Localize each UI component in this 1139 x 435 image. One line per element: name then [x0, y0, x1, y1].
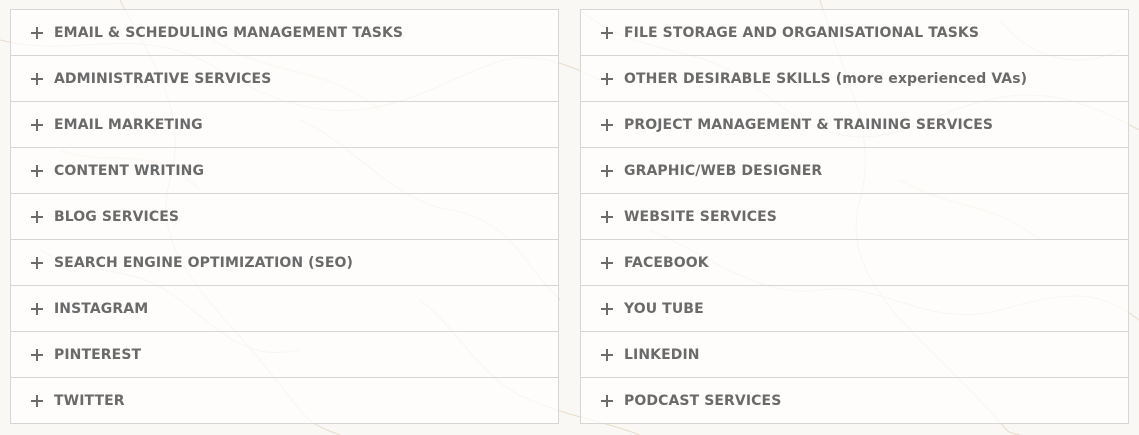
accordion-item-youtube[interactable]: YOU TUBE — [581, 286, 1128, 332]
plus-icon — [601, 256, 613, 269]
plus-icon — [31, 348, 43, 361]
plus-icon — [601, 302, 613, 315]
plus-icon — [31, 26, 43, 39]
accordion-item-facebook[interactable]: FACEBOOK — [581, 240, 1128, 286]
accordion-item-content-writing[interactable]: CONTENT WRITING — [11, 148, 558, 194]
plus-icon — [31, 394, 43, 407]
accordion-item-label: PROJECT MANAGEMENT & TRAINING SERVICES — [624, 116, 994, 133]
accordion-item-seo[interactable]: SEARCH ENGINE OPTIMIZATION (SEO) — [11, 240, 558, 286]
plus-icon — [601, 26, 613, 39]
plus-icon — [31, 256, 43, 269]
accordion-item-linkedin[interactable]: LINKEDIN — [581, 332, 1128, 378]
accordion-item-pinterest[interactable]: PINTEREST — [11, 332, 558, 378]
plus-icon — [601, 348, 613, 361]
accordion-item-label: TWITTER — [54, 392, 125, 409]
accordion-item-label: GRAPHIC/WEB DESIGNER — [624, 162, 823, 179]
accordion-item-email-scheduling[interactable]: EMAIL & SCHEDULING MANAGEMENT TASKS — [11, 10, 558, 56]
right-accordion: FILE STORAGE AND ORGANISATIONAL TASKS OT… — [580, 9, 1129, 424]
accordion-item-label: FILE STORAGE AND ORGANISATIONAL TASKS — [624, 24, 980, 41]
accordion-item-label: BLOG SERVICES — [54, 208, 180, 225]
accordion-item-label: LINKEDIN — [624, 346, 700, 363]
accordion-item-label: FACEBOOK — [624, 254, 709, 271]
plus-icon — [31, 164, 43, 177]
accordion-item-label: PODCAST SERVICES — [624, 392, 782, 409]
plus-icon — [31, 210, 43, 223]
plus-icon — [601, 118, 613, 131]
accordion-item-label: CONTENT WRITING — [54, 162, 205, 179]
accordion-item-file-storage[interactable]: FILE STORAGE AND ORGANISATIONAL TASKS — [581, 10, 1128, 56]
accordion-item-instagram[interactable]: INSTAGRAM — [11, 286, 558, 332]
accordion-item-blog-services[interactable]: BLOG SERVICES — [11, 194, 558, 240]
accordion-item-website-services[interactable]: WEBSITE SERVICES — [581, 194, 1128, 240]
left-accordion: EMAIL & SCHEDULING MANAGEMENT TASKS ADMI… — [10, 9, 559, 424]
accordion-item-label: ADMINISTRATIVE SERVICES — [54, 70, 272, 87]
accordion-item-project-management[interactable]: PROJECT MANAGEMENT & TRAINING SERVICES — [581, 102, 1128, 148]
accordion-item-label: INSTAGRAM — [54, 300, 149, 317]
accordion-item-label: EMAIL MARKETING — [54, 116, 203, 133]
accordion-item-label: YOU TUBE — [624, 300, 704, 317]
accordion-item-twitter[interactable]: TWITTER — [11, 378, 558, 423]
accordion-item-label: PINTEREST — [54, 346, 142, 363]
accordion-item-podcast-services[interactable]: PODCAST SERVICES — [581, 378, 1128, 423]
accordion-item-label: OTHER DESIRABLE SKILLS (more experienced… — [624, 70, 1028, 87]
accordion-item-label: SEARCH ENGINE OPTIMIZATION (SEO) — [54, 254, 354, 271]
accordion-item-graphic-web-designer[interactable]: GRAPHIC/WEB DESIGNER — [581, 148, 1128, 194]
plus-icon — [601, 72, 613, 85]
plus-icon — [31, 302, 43, 315]
plus-icon — [601, 394, 613, 407]
plus-icon — [31, 72, 43, 85]
plus-icon — [601, 164, 613, 177]
accordion-item-other-desirable-skills[interactable]: OTHER DESIRABLE SKILLS (more experienced… — [581, 56, 1128, 102]
plus-icon — [601, 210, 613, 223]
accordion-item-administrative-services[interactable]: ADMINISTRATIVE SERVICES — [11, 56, 558, 102]
accordion-item-email-marketing[interactable]: EMAIL MARKETING — [11, 102, 558, 148]
accordion-item-label: WEBSITE SERVICES — [624, 208, 777, 225]
accordion-item-label: EMAIL & SCHEDULING MANAGEMENT TASKS — [54, 24, 404, 41]
plus-icon — [31, 118, 43, 131]
